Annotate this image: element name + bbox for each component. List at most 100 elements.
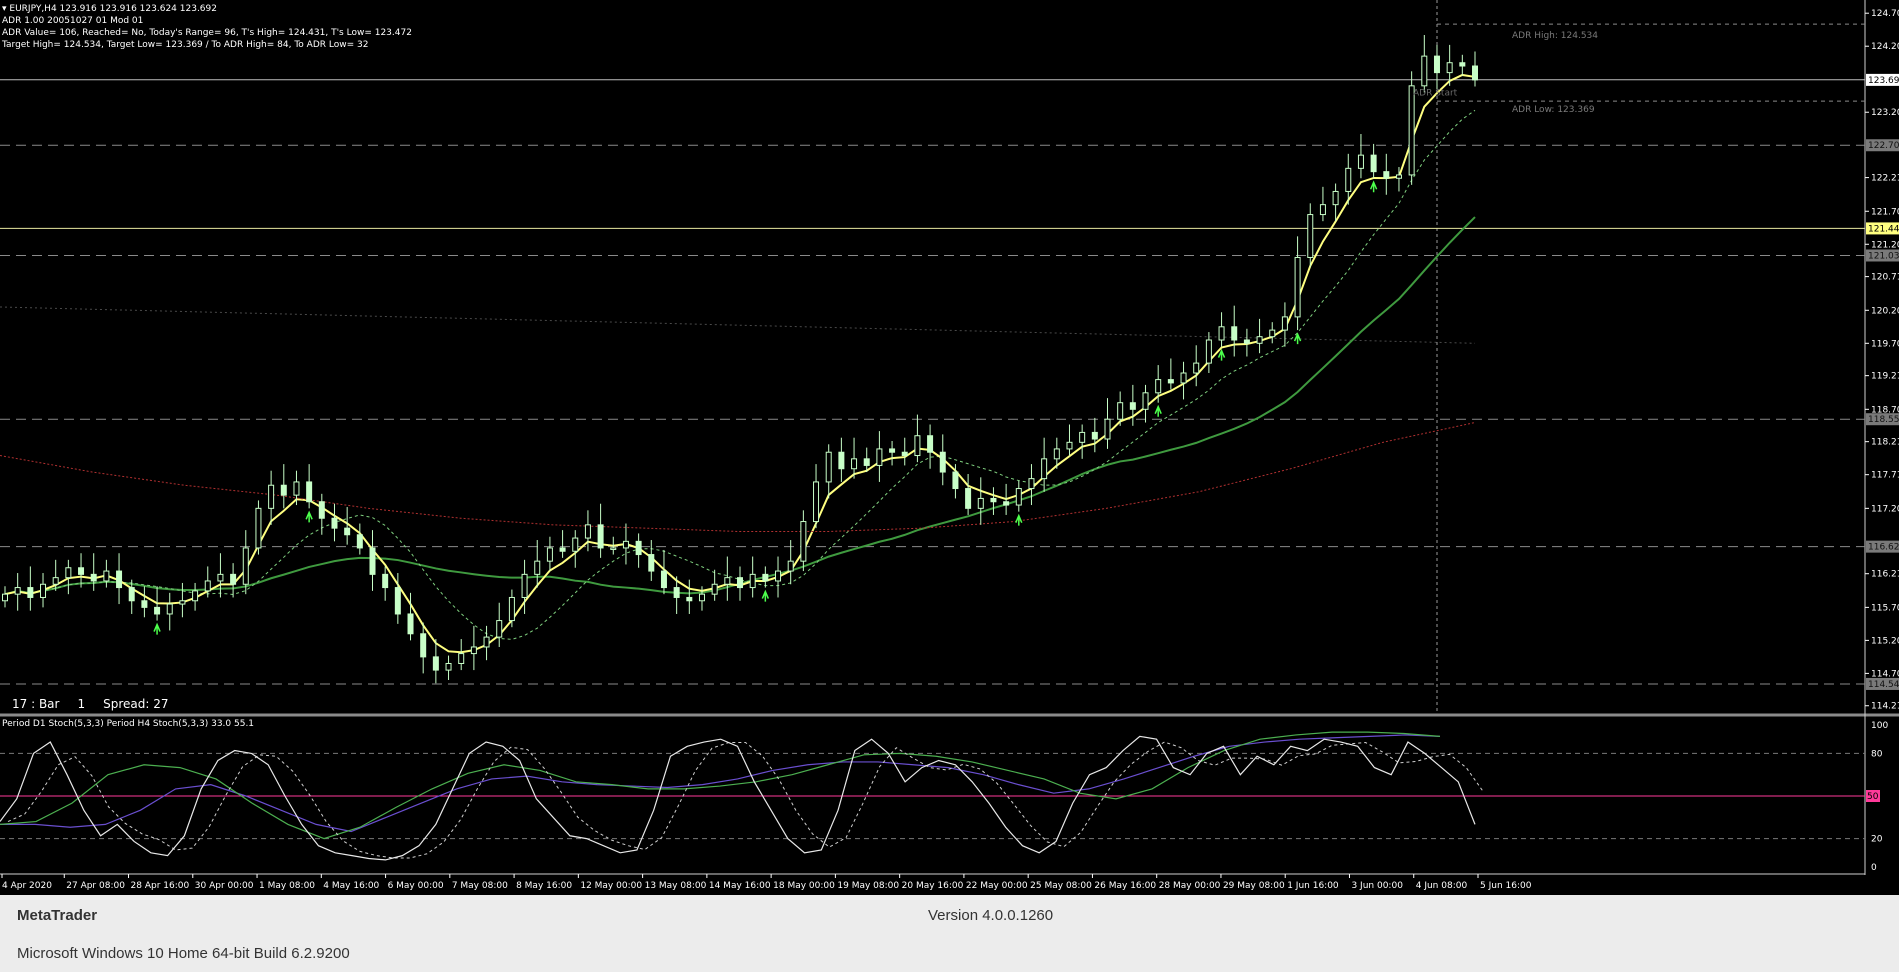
candle-body: [775, 570, 782, 582]
indicator-line: ADR 1.00 20051027 01 Mod 01: [2, 16, 144, 26]
price-tick-label: 124.20: [1871, 42, 1899, 52]
time-tick-label: 18 May 00:00: [773, 881, 835, 891]
candle-body: [331, 517, 338, 529]
adr-start-label: ADR Start: [1413, 89, 1458, 99]
candle-body: [1256, 336, 1263, 344]
candle-body: [737, 577, 743, 589]
candle-body: [660, 570, 667, 589]
candle-body: [27, 587, 34, 598]
candle-body: [1433, 55, 1440, 74]
candle-body: [356, 534, 363, 549]
candle-body: [1370, 154, 1377, 173]
time-tick-label: 28 Apr 16:00: [131, 881, 190, 891]
candle-body: [1408, 85, 1415, 176]
chart-area[interactable]: ADR High: 124.534 ADR Low: 123.369 ADR Sta…: [0, 0, 1899, 895]
candle-body: [407, 613, 414, 635]
candle-body: [445, 662, 452, 671]
candle-body: [901, 451, 908, 457]
candle-body: [1205, 339, 1212, 364]
price-tick-label: 120.20: [1871, 306, 1899, 316]
candle-body: [141, 600, 148, 608]
target-line: Target High= 124.534, Target Low= 123.36…: [2, 40, 369, 50]
time-tick-label: 3 Jun 00:00: [1351, 881, 1403, 891]
candle-body: [952, 471, 959, 490]
chart-grid: [0, 0, 1899, 875]
time-tick-label: 13 May 08:00: [645, 881, 707, 891]
buy-arrow-icon: [761, 589, 770, 602]
stoch-tick-label: 100: [1871, 721, 1888, 731]
bar-number: 1: [77, 697, 86, 711]
candle-body: [40, 583, 47, 598]
os-info: Microsoft Windows 10 Home 64-bit Build 6…: [17, 945, 350, 962]
time-tick-label: 4 May 16:00: [323, 881, 379, 891]
candle-body: [318, 501, 325, 519]
candle-body: [1155, 379, 1162, 394]
candle-body: [521, 573, 528, 598]
candle-body: [1243, 339, 1250, 344]
candle-body: [787, 560, 794, 572]
candle-body: [876, 448, 883, 466]
candle-body: [204, 580, 211, 592]
candle-body: [1142, 392, 1149, 410]
moving-averages: [0, 73, 1476, 654]
candle-body: [1117, 402, 1124, 420]
candle-body: [914, 435, 921, 457]
candle-body: [698, 593, 705, 602]
price-tick-label: 122.21: [1871, 174, 1899, 184]
stochastic-panel: [0, 731, 1865, 861]
collapse-triangle-icon[interactable]: ▾: [2, 4, 7, 14]
candle-body: [1421, 55, 1428, 87]
stoch-tick-label: 0: [1871, 863, 1877, 873]
candle-body: [90, 573, 97, 582]
time-tick-label: 30 Apr 00:00: [195, 881, 254, 891]
candle-body: [559, 547, 566, 552]
candle-body: [217, 573, 224, 582]
candle-body: [116, 570, 123, 589]
time-tick-label: 8 May 16:00: [516, 881, 572, 891]
time-tick-label: 4 Jun 08:00: [1416, 881, 1468, 891]
price-tick-label: 120.71: [1871, 273, 1899, 283]
price-tick-label: 118.21: [1871, 438, 1899, 448]
candle-body: [369, 547, 376, 575]
candle-body: [230, 573, 237, 585]
fast-ma-line: [4, 73, 1476, 654]
candle-body: [1041, 458, 1048, 480]
time-tick-label: 1 Jun 16:00: [1287, 881, 1339, 891]
stoch-h4-slow-line: [0, 734, 1441, 833]
candle-body: [166, 603, 173, 615]
candle-body: [1053, 448, 1060, 460]
status-footer: MetaTrader Version 4.0.0.1260 Microsoft …: [0, 895, 1899, 972]
candle-body: [1345, 167, 1352, 192]
candle-body: [420, 633, 427, 658]
candle-body: [268, 484, 275, 509]
candle-body: [496, 620, 503, 638]
time-tick-label: 4 Apr 2020: [2, 881, 52, 891]
time-tick-label: 12 May 00:00: [580, 881, 642, 891]
candle-body: [813, 481, 820, 523]
candle-body: [1218, 326, 1225, 341]
candle-body: [242, 547, 249, 585]
price-tick-label: 121.70: [1871, 207, 1899, 217]
adr-high-label: ADR High: 124.534: [1512, 31, 1598, 41]
chart-header-info: ▾ EURJPY,H4 123.916 123.916 123.624 123.…: [2, 3, 412, 51]
version-text: Version 4.0.0.1260: [928, 907, 1054, 924]
candle-body: [851, 458, 858, 470]
candle-body: [293, 481, 300, 496]
candle-body: [1015, 488, 1022, 506]
candle-body: [2, 593, 8, 602]
candle-body: [432, 656, 439, 671]
time-tick-label: 27 Apr 08:00: [66, 881, 125, 891]
yellow-level-label: 121.44: [1868, 224, 1899, 234]
adr-low-label: ADR Low: 123.369: [1512, 105, 1595, 115]
buy-arrow-icon: [1369, 180, 1378, 193]
candle-body: [1028, 478, 1035, 490]
candle-body: [65, 567, 72, 579]
candle-body: [103, 570, 110, 582]
candle-body: [306, 481, 313, 503]
time-tick-label: 26 May 16:00: [1094, 881, 1156, 891]
candle-body: [1231, 326, 1238, 341]
time-tick-label: 20 May 16:00: [902, 881, 964, 891]
candle-body: [711, 583, 718, 595]
buy-arrow-icon: [153, 622, 161, 635]
time-tick-label: 28 May 00:00: [1159, 881, 1221, 891]
